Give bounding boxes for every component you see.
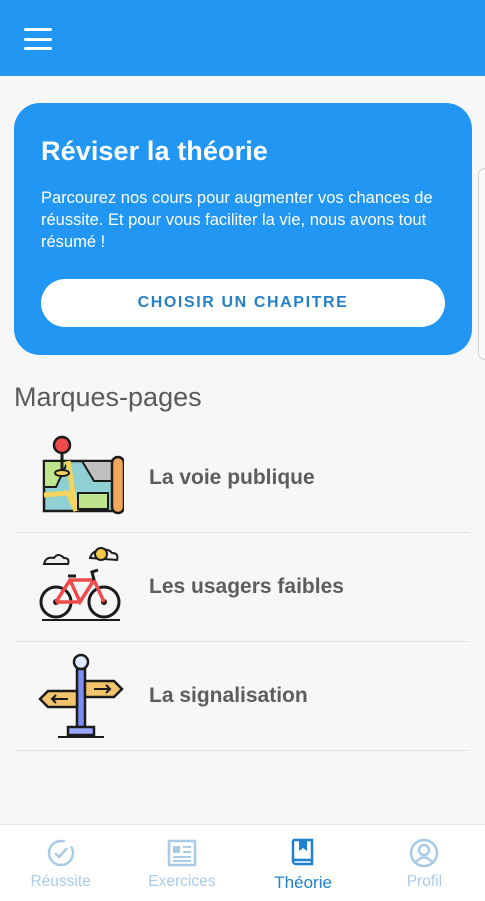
hero-description: Parcourez nos cours pour augmenter vos c… — [41, 189, 433, 251]
user-circle-icon — [410, 838, 439, 868]
nav-item-profil[interactable]: Profil — [364, 825, 485, 901]
signpost-icon — [38, 653, 124, 738]
revise-theory-card: Réviser la théorie Parcourez nos cours p… — [14, 103, 472, 355]
bookmark-label: La voie publique — [149, 466, 315, 489]
nav-item-theorie[interactable]: Théorie — [243, 825, 364, 901]
bookmark-label: La signalisation — [149, 684, 308, 707]
check-circle-icon — [47, 839, 74, 867]
nav-label: Profil — [406, 873, 443, 890]
worksheet-icon — [167, 839, 197, 867]
nav-label: Réussite — [30, 873, 91, 890]
bookmarks-title: Marques-pages — [14, 382, 202, 412]
bottom-navigation: Réussite Exercices Théorie Profil — [0, 824, 485, 901]
hamburger-menu-icon[interactable] — [24, 28, 52, 50]
bookmark-item-signalisation[interactable]: La signalisation — [16, 642, 470, 751]
nav-label: Théorie — [274, 873, 332, 892]
nav-label: Exercices — [148, 873, 216, 890]
hero-title: Réviser la théorie — [41, 136, 268, 166]
bookmark-item-voie-publique[interactable]: La voie publique — [16, 424, 470, 533]
book-icon — [291, 838, 314, 866]
choose-chapter-button[interactable]: CHOISIR UN CHAPITRE — [41, 279, 445, 327]
bookmark-list: La voie publique Les usagers faibles La … — [16, 424, 470, 751]
bookmark-label: Les usagers faibles — [149, 575, 344, 598]
bicycle-icon — [39, 547, 121, 621]
nav-item-exercices[interactable]: Exercices — [121, 825, 242, 901]
nav-item-reussite[interactable]: Réussite — [0, 825, 121, 901]
scroll-edge-indicator — [478, 168, 485, 360]
app-bar — [0, 0, 485, 76]
bookmark-item-usagers-faibles[interactable]: Les usagers faibles — [16, 533, 470, 642]
map-pin-icon — [42, 435, 124, 515]
